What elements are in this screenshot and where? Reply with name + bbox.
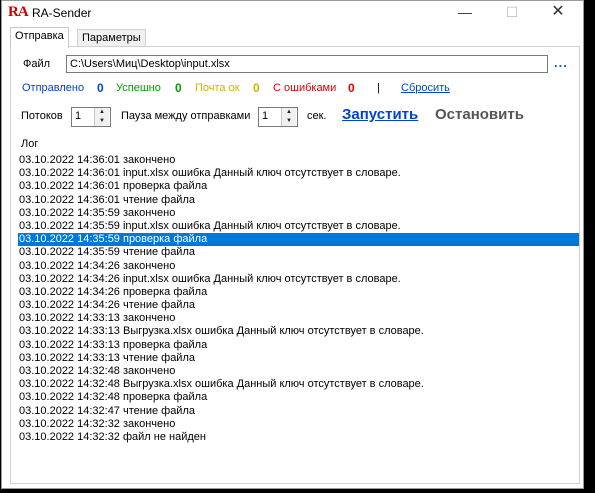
log-entry[interactable]: 03.10.2022 14:35:59 закончено — [18, 207, 579, 220]
title-bar[interactable]: RA RA-Sender — ☐ ✕ — [2, 1, 583, 25]
log-entry[interactable]: 03.10.2022 14:32:48 Выгрузка.xlsx ошибка… — [18, 378, 579, 391]
app-logo-icon: RA — [8, 4, 29, 20]
log-entry[interactable]: 03.10.2022 14:36:01 input.xlsx ошибка Да… — [18, 167, 579, 180]
log-entry[interactable]: 03.10.2022 14:36:01 проверка файла — [18, 180, 579, 193]
reset-link[interactable]: Сбросить — [401, 82, 450, 94]
success-label: Успешно — [116, 82, 161, 94]
pause-label: Пауза между отправками — [121, 110, 251, 122]
threads-stepper[interactable]: 1 ▲ ▼ — [71, 107, 111, 127]
threads-value: 1 — [75, 110, 82, 122]
log-label: Лог — [21, 138, 39, 150]
send-panel: Файл C:\Users\Миц\Desktop\input.xlsx ...… — [10, 46, 580, 484]
errors-label: С ошибками — [273, 82, 337, 94]
window-title: RA-Sender — [32, 6, 92, 20]
browse-button[interactable]: ... — [554, 55, 568, 70]
log-entry[interactable]: 03.10.2022 14:35:59 проверка файла — [18, 233, 579, 247]
log-list[interactable]: 03.10.2022 14:36:01 закончено 03.10.2022 … — [18, 154, 579, 444]
pause-down-icon[interactable]: ▼ — [282, 117, 296, 126]
errors-count: 0 — [348, 81, 355, 95]
log-entry[interactable]: 03.10.2022 14:34:26 проверка файла — [18, 286, 579, 299]
mail-ok-label: Почта ок — [195, 82, 240, 94]
sent-label: Отправлено — [22, 82, 85, 94]
pause-value: 1 — [262, 110, 269, 122]
maximize-button[interactable]: ☐ — [489, 1, 535, 25]
log-entry[interactable]: 03.10.2022 14:36:01 закончено — [18, 154, 579, 167]
stop-button[interactable]: Остановить — [435, 106, 524, 123]
file-path-input[interactable]: C:\Users\Миц\Desktop\input.xlsx — [66, 55, 548, 73]
tab-settings[interactable]: Параметры — [77, 29, 146, 47]
log-entry[interactable]: 03.10.2022 14:32:32 закончено — [18, 418, 579, 431]
sent-count: 0 — [97, 81, 104, 95]
log-entry[interactable]: 03.10.2022 14:34:26 input.xlsx ошибка Да… — [18, 273, 579, 286]
log-entry[interactable]: 03.10.2022 14:32:48 проверка файла — [18, 391, 579, 404]
log-entry[interactable]: 03.10.2022 14:35:59 чтение файла — [18, 246, 579, 259]
minimize-button[interactable]: — — [442, 1, 488, 25]
log-entry[interactable]: 03.10.2022 14:36:01 чтение файла — [18, 194, 579, 207]
log-entry[interactable]: 03.10.2022 14:32:32 файл не найден — [18, 431, 579, 444]
log-entry[interactable]: 03.10.2022 14:33:13 проверка файла — [18, 339, 579, 352]
log-entry[interactable]: 03.10.2022 14:32:48 закончено — [18, 365, 579, 378]
log-entry[interactable]: 03.10.2022 14:35:59 input.xlsx ошибка Да… — [18, 220, 579, 233]
start-button[interactable]: Запустить — [342, 106, 418, 123]
background-edge — [585, 0, 595, 493]
app-window: RA RA-Sender — ☐ ✕ Отправка Параметры Фа… — [1, 0, 584, 489]
threads-down-icon[interactable]: ▼ — [95, 117, 109, 126]
mail-ok-count: 0 — [253, 81, 260, 95]
log-entry[interactable]: 03.10.2022 14:33:13 чтение файла — [18, 352, 579, 365]
stats-separator: | — [377, 82, 380, 94]
log-entry[interactable]: 03.10.2022 14:33:13 закончено — [18, 312, 579, 325]
log-entry[interactable]: 03.10.2022 14:33:13 Выгрузка.xlsx ошибка… — [18, 325, 579, 338]
pause-stepper[interactable]: 1 ▲ ▼ — [258, 107, 298, 127]
success-count: 0 — [175, 81, 182, 95]
log-entry[interactable]: 03.10.2022 14:32:47 чтение файла — [18, 405, 579, 418]
close-button[interactable]: ✕ — [535, 1, 581, 25]
log-entry[interactable]: 03.10.2022 14:34:26 закончено — [18, 260, 579, 273]
threads-label: Потоков — [21, 110, 63, 122]
log-entry[interactable]: 03.10.2022 14:34:26 чтение файла — [18, 299, 579, 312]
file-label: Файл — [23, 58, 51, 70]
tab-send[interactable]: Отправка — [10, 27, 69, 48]
pause-unit: сек. — [307, 110, 327, 122]
